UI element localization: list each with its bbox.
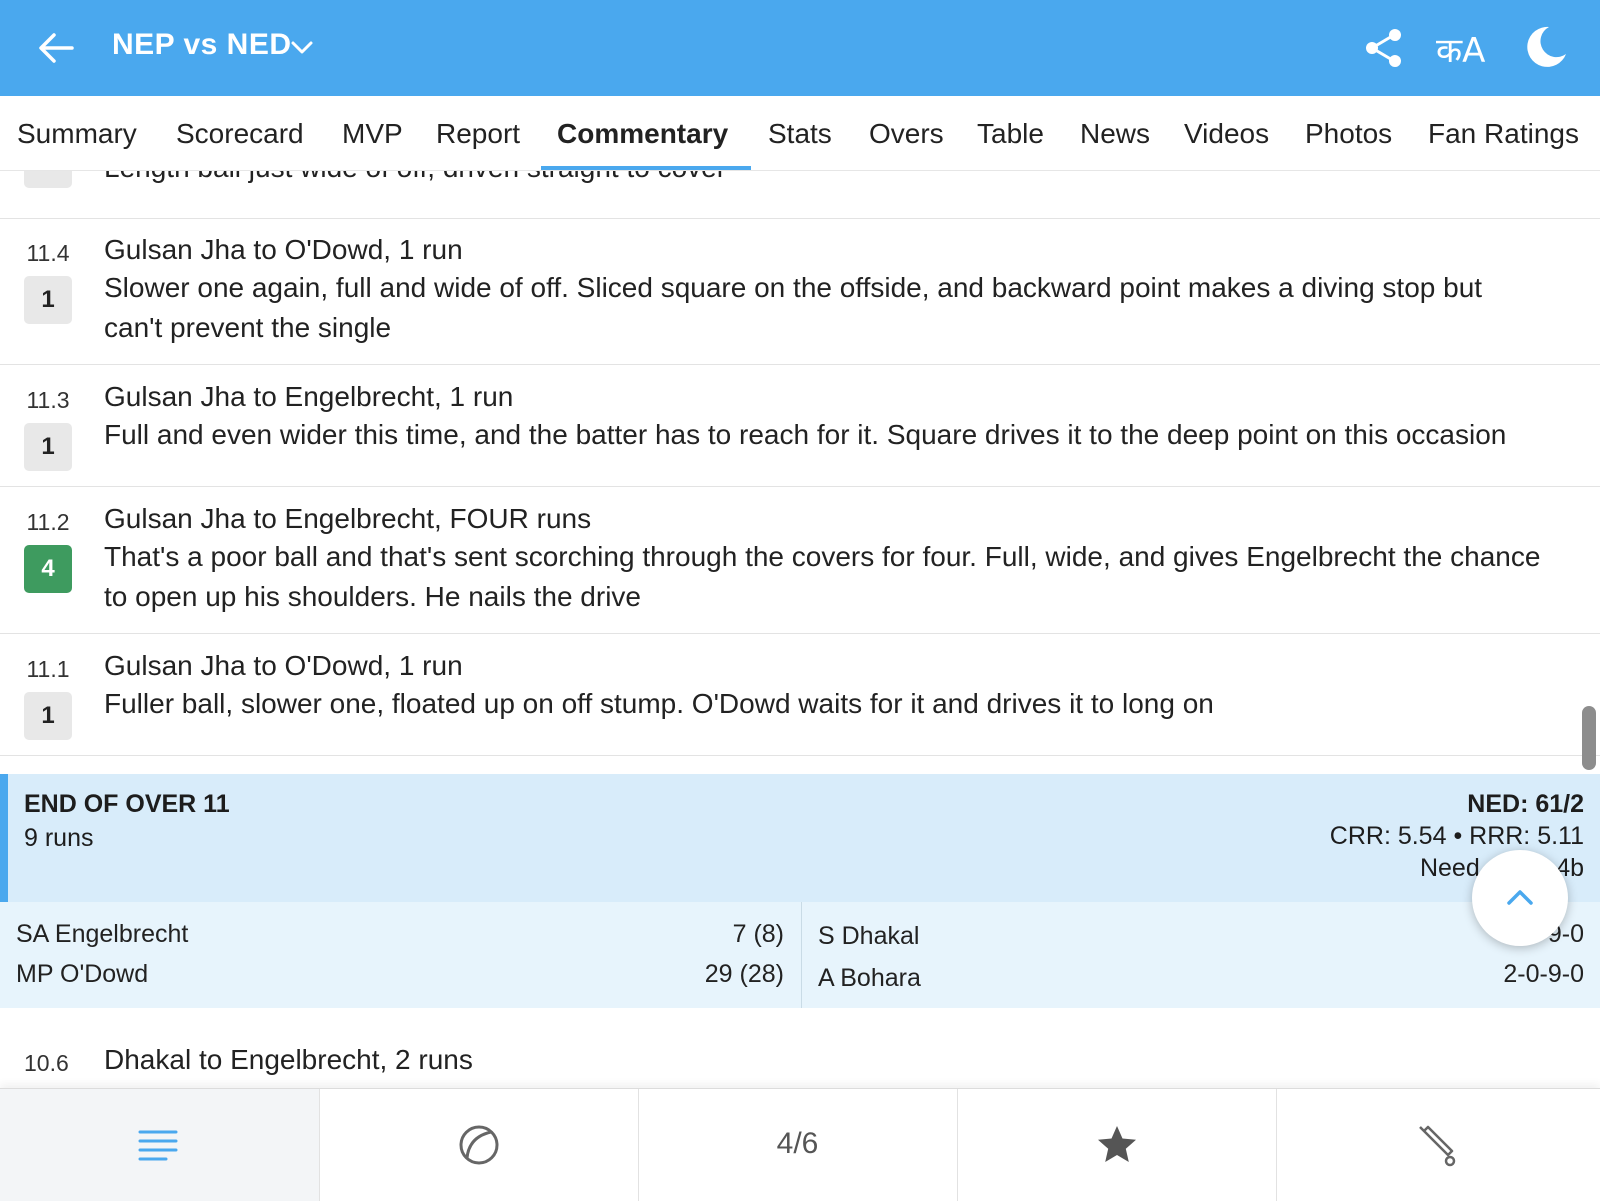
menu-lines-icon [138, 1130, 178, 1161]
tab-table[interactable]: Table [977, 118, 1044, 150]
cricket-ball-icon [459, 1125, 499, 1165]
end-of-over-label: END OF OVER 11 [24, 790, 230, 818]
ball-result-badge: 4 [24, 545, 72, 593]
bowler-name: A Bohara [818, 964, 921, 992]
ball-headline: Gulsan Jha to Engelbrecht, 1 run [104, 381, 514, 412]
run-rates: CRR: 5.54 • RRR: 5.11 [1329, 822, 1584, 850]
active-tab-indicator [541, 166, 751, 170]
commentary-item: • Length ball just wide of off, driven s… [0, 170, 1600, 219]
ball-result-badge: • [24, 170, 72, 188]
share-icon[interactable] [1362, 26, 1406, 70]
tab-summary[interactable]: Summary [17, 118, 137, 150]
app-header: NEP vs NED कA [0, 0, 1600, 96]
ball-headline: Gulsan Jha to O'Dowd, 1 run [104, 650, 463, 681]
commentary-item: 11.4 1 Gulsan Jha to O'Dowd, 1 run Slowe… [0, 218, 1600, 365]
back-arrow-icon[interactable] [32, 24, 80, 72]
end-of-over-summary: END OF OVER 11 9 runs NED: 61/2 CRR: 5.5… [0, 774, 1600, 902]
summary-accent-bar [0, 774, 8, 902]
batter-name: MP O'Dowd [16, 960, 149, 988]
batting-filter-button[interactable] [1276, 1089, 1595, 1201]
tab-stats[interactable]: Stats [768, 118, 832, 150]
ball-description: Fuller ball, slower one, floated up on o… [104, 688, 1214, 719]
match-tabs: Summary Scorecard MVP Report Commentary … [0, 96, 1600, 171]
commentary-item: 11.1 1 Gulsan Jha to O'Dowd, 1 run Fulle… [0, 634, 1600, 756]
batter-stat: 29 (28) [704, 960, 784, 988]
ball-headline: Dhakal to Engelbrecht, 2 runs [104, 1044, 473, 1075]
ball-result-badge: 1 [24, 692, 72, 740]
over-number: 11.3 [26, 387, 70, 413]
commentary-item: 11.3 1 Gulsan Jha to Engelbrecht, 1 run … [0, 365, 1600, 487]
pager-text: 4/6 [776, 1127, 819, 1160]
chevron-down-icon[interactable] [288, 34, 316, 62]
over-runs: 9 runs [24, 824, 94, 852]
ball-description: Slower one again, full and wide of off. … [104, 272, 1483, 343]
tab-fan-ratings[interactable]: Fan Ratings [1428, 118, 1579, 150]
over-number: 11.2 [26, 509, 70, 535]
ball-result-badge: 1 [24, 423, 72, 471]
ball-description: That's a poor ball and that's sent scorc… [104, 541, 1541, 612]
team-score: NED: 61/2 [1467, 790, 1584, 818]
tab-report[interactable]: Report [436, 118, 520, 150]
tab-mvp[interactable]: MVP [342, 118, 403, 150]
batter-stat: 7 (8) [732, 920, 784, 948]
highlights-button[interactable] [957, 1089, 1277, 1201]
ball-description: Full and even wider this time, and the b… [104, 419, 1507, 450]
scroll-to-top-button[interactable] [1472, 850, 1568, 946]
star-icon [1098, 1126, 1136, 1162]
over-number: 10.6 [24, 1050, 69, 1076]
tab-commentary[interactable]: Commentary [557, 118, 728, 150]
over-players: SA Engelbrecht 7 (8) MP O'Dowd 29 (28) S… [0, 902, 1600, 1008]
bowler-stat: 2-0-9-0 [1503, 960, 1584, 988]
commentary-item: 11.2 4 Gulsan Jha to Engelbrecht, FOUR r… [0, 487, 1600, 634]
ball-result-badge: 1 [24, 276, 72, 324]
commentary-feed-button[interactable] [0, 1089, 320, 1201]
page-indicator[interactable]: 4/6 [638, 1089, 958, 1201]
bowler-name: S Dhakal [818, 922, 920, 950]
chevron-up-icon [1507, 890, 1533, 905]
language-toggle[interactable]: कA [1436, 26, 1485, 72]
commentary-item: 10.6 Dhakal to Engelbrecht, 2 runs [0, 1008, 1600, 1088]
ball-description: Length ball just wide of off, driven str… [104, 170, 1544, 188]
tab-overs[interactable]: Overs [869, 118, 944, 150]
batter-name: SA Engelbrecht [16, 920, 189, 948]
tab-videos[interactable]: Videos [1184, 118, 1269, 150]
ball-headline: Gulsan Jha to Engelbrecht, FOUR runs [104, 503, 592, 534]
match-title[interactable]: NEP vs NED [112, 28, 292, 62]
tab-photos[interactable]: Photos [1305, 118, 1392, 150]
scrollbar-thumb[interactable] [1582, 706, 1596, 770]
players-divider [801, 902, 802, 1008]
dark-mode-moon-icon[interactable] [1522, 24, 1568, 70]
over-number: 11.4 [26, 240, 70, 266]
cricket-bat-icon [1419, 1125, 1456, 1167]
tab-scorecard[interactable]: Scorecard [176, 118, 304, 150]
tab-news[interactable]: News [1080, 118, 1150, 150]
over-number: 11.1 [26, 656, 70, 682]
bottom-nav: 4/6 [0, 1088, 1600, 1201]
ball-filter-button[interactable] [319, 1089, 639, 1201]
ball-headline: Gulsan Jha to O'Dowd, 1 run [104, 234, 463, 265]
